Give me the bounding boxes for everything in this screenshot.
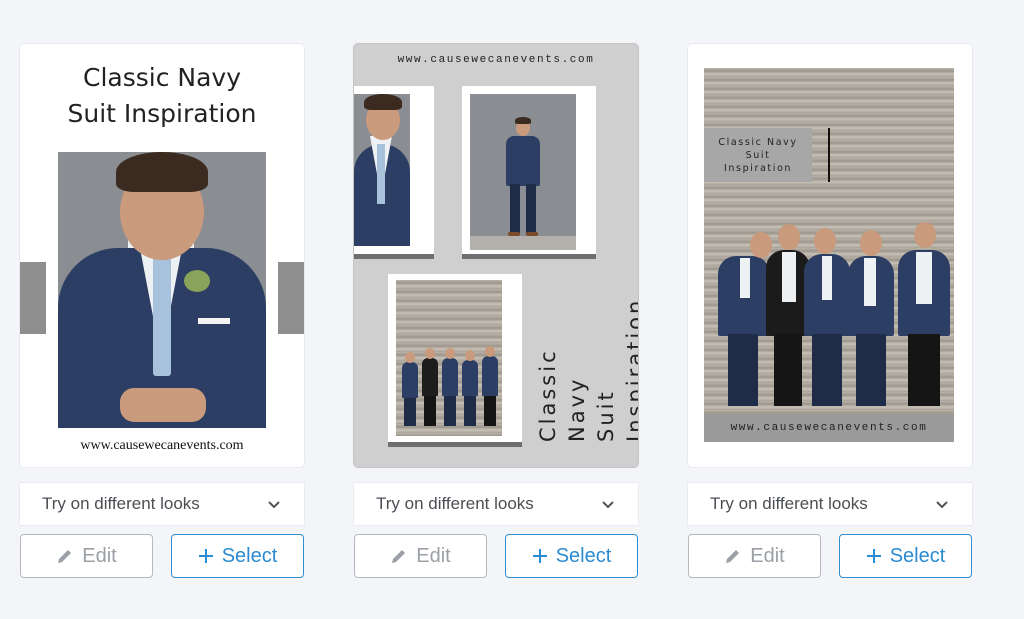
card-title-vertical: Classic Navy Suit Inspiration: [530, 282, 638, 450]
card-title-box: Classic Navy Suit Inspiration: [704, 128, 812, 182]
plus-icon: [532, 548, 548, 564]
chevron-down-icon: [936, 501, 948, 509]
card-url: www.causewecanevents.com: [397, 54, 595, 66]
photo-frame-3: [388, 274, 522, 442]
select-button[interactable]: Select: [839, 534, 972, 578]
select-button[interactable]: Select: [171, 534, 304, 578]
template-column-2: www.causewecanevents.com Classic Navy Su…: [354, 44, 638, 578]
groom-closeup-photo: [354, 94, 410, 246]
select-button-label: Select: [221, 544, 278, 567]
plus-icon: [198, 548, 214, 564]
card-title: Classic Navy Suit Inspiration: [536, 297, 638, 442]
template-column-1: Classic Navy Suit Inspiration www.causew…: [20, 44, 304, 578]
groom-photo: [58, 152, 266, 428]
groom-standing-photo: [470, 94, 576, 250]
groomsmen-group-photo: [704, 68, 954, 414]
dropdown-label: Try on different looks: [376, 494, 534, 513]
dropdown-label: Try on different looks: [710, 494, 868, 513]
edit-button[interactable]: Edit: [20, 534, 153, 578]
photo-frame-2: [462, 86, 596, 254]
chevron-down-icon: [268, 501, 280, 509]
template-card-2[interactable]: www.causewecanevents.com Classic Navy Su…: [354, 44, 638, 467]
select-button[interactable]: Select: [505, 534, 638, 578]
group-photo: [396, 280, 502, 436]
try-looks-dropdown[interactable]: Try on different looks: [354, 483, 638, 525]
template-card-3[interactable]: Classic Navy Suit Inspiration www.causew…: [688, 44, 972, 467]
pencil-icon: [724, 547, 742, 565]
pencil-icon: [390, 547, 408, 565]
pencil-icon: [56, 547, 74, 565]
try-looks-dropdown[interactable]: Try on different looks: [20, 483, 304, 525]
text-cursor-divider: [828, 128, 830, 182]
plus-icon: [866, 548, 882, 564]
template-column-3: Classic Navy Suit Inspiration www.causew…: [688, 44, 972, 578]
resize-handle-left[interactable]: [20, 262, 46, 334]
edit-button-label: Edit: [416, 544, 451, 567]
try-looks-dropdown[interactable]: Try on different looks: [688, 483, 972, 525]
card-url: www.causewecanevents.com: [704, 414, 954, 442]
photo-frame-1: [354, 86, 434, 254]
card-title: Classic Navy Suit Inspiration: [20, 60, 304, 132]
edit-button[interactable]: Edit: [354, 534, 487, 578]
select-button-label: Select: [555, 544, 612, 567]
chevron-down-icon: [602, 501, 614, 509]
card-title-line-2: Suit Inspiration: [67, 99, 257, 128]
card-title-line-1: Classic Navy: [82, 63, 242, 92]
select-button-label: Select: [889, 544, 946, 567]
resize-handle-right[interactable]: [278, 262, 304, 334]
edit-button-label: Edit: [750, 544, 785, 567]
edit-button[interactable]: Edit: [688, 534, 821, 578]
dropdown-label: Try on different looks: [42, 494, 200, 513]
template-card-1[interactable]: Classic Navy Suit Inspiration www.causew…: [20, 44, 304, 467]
card-url: www.causewecanevents.com: [80, 438, 244, 453]
edit-button-label: Edit: [82, 544, 117, 567]
